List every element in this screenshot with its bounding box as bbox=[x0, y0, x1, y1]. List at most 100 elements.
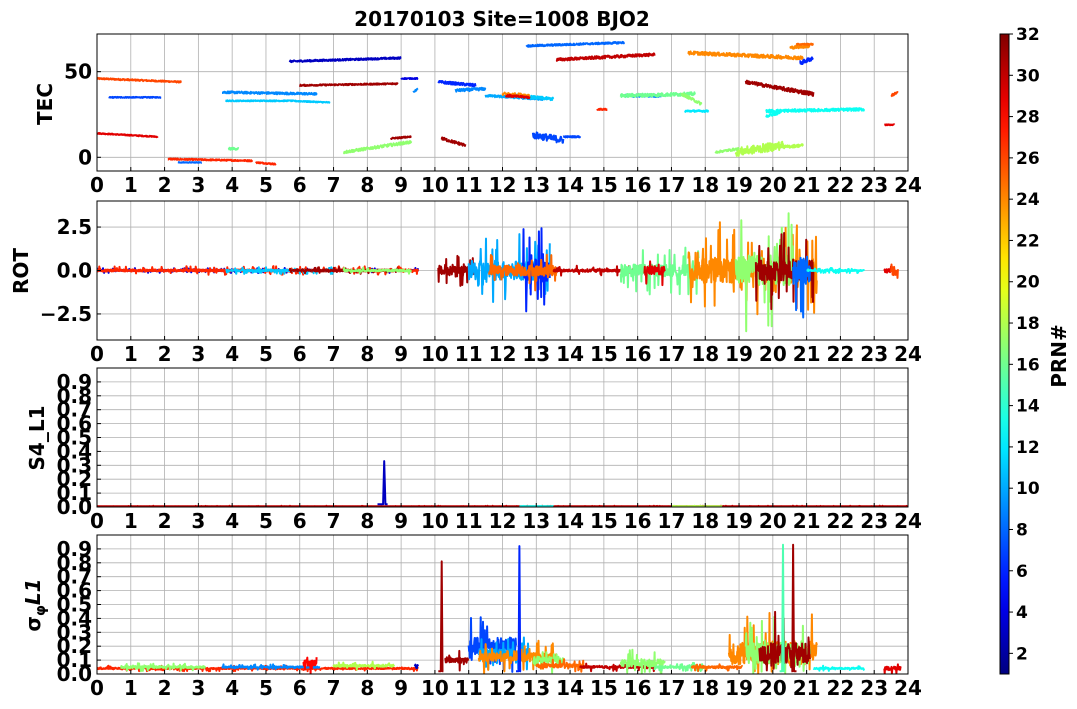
x-tick-label: 20 bbox=[759, 509, 787, 533]
x-tick-label: 2 bbox=[158, 342, 172, 366]
series-line bbox=[765, 107, 866, 114]
colorbar-tick-label: 8 bbox=[1016, 520, 1028, 540]
series-line bbox=[555, 52, 656, 62]
series-line bbox=[438, 560, 444, 673]
x-tick-label: 0 bbox=[90, 342, 104, 366]
x-tick-label: 16 bbox=[624, 173, 652, 197]
x-tick-label: 22 bbox=[826, 173, 854, 197]
sigma-phi-panel: σφL1 0 1 2 3 4 5 6 7 8 9 10 11 12 13 14 15 16 17 18 19 20 21 2… bbox=[21, 534, 922, 700]
y-tick-label: 0 bbox=[78, 145, 92, 169]
x-tick-label: 4 bbox=[225, 676, 239, 700]
x-tick-label: 19 bbox=[725, 173, 753, 197]
series-line bbox=[714, 147, 740, 154]
sigma-phi-ylabel: σφL1 bbox=[21, 578, 49, 631]
series-line bbox=[734, 140, 784, 157]
tec-ylabel: TEC bbox=[33, 83, 57, 125]
x-tick-label: 15 bbox=[590, 342, 618, 366]
x-tick-label: 13 bbox=[522, 342, 550, 366]
series-line bbox=[444, 649, 470, 672]
series-line bbox=[167, 157, 254, 163]
x-tick-label: 15 bbox=[590, 676, 618, 700]
x-tick-label: 4 bbox=[225, 173, 239, 197]
colorbar-tick-label: 10 bbox=[1016, 479, 1040, 499]
series-line bbox=[596, 107, 608, 111]
colorbar-tick-label: 28 bbox=[1016, 108, 1040, 128]
x-tick-label: 0 bbox=[90, 509, 104, 533]
x-tick-label: 16 bbox=[624, 342, 652, 366]
x-tick-label: 17 bbox=[658, 173, 686, 197]
series-line bbox=[562, 135, 582, 139]
x-tick-label: 22 bbox=[826, 509, 854, 533]
x-tick-label: 19 bbox=[725, 676, 753, 700]
series-line bbox=[531, 131, 565, 144]
colorbar-tick-label: 18 bbox=[1016, 314, 1040, 334]
x-tick-label: 2 bbox=[158, 676, 172, 700]
series-line bbox=[437, 80, 477, 88]
x-tick-label: 13 bbox=[522, 173, 550, 197]
y-tick-label: 0.9 bbox=[57, 370, 92, 394]
x-tick-label: 3 bbox=[191, 509, 205, 533]
s4-panel: S4_L1 0 1 2 3 4 5 6 7 8 9 10 11 12 13 14 15 16 17 18 19 20 21… bbox=[25, 367, 922, 533]
x-tick-label: 2 bbox=[158, 509, 172, 533]
x-tick-label: 18 bbox=[691, 676, 719, 700]
x-tick-label: 5 bbox=[259, 676, 273, 700]
x-tick-label: 6 bbox=[293, 676, 307, 700]
x-tick-label: 10 bbox=[421, 342, 449, 366]
series-line bbox=[302, 656, 318, 674]
x-tick-label: 8 bbox=[360, 173, 374, 197]
x-tick-label: 18 bbox=[691, 342, 719, 366]
x-tick-label: 3 bbox=[191, 342, 205, 366]
tec-panel: TEC 0 1 2 3 4 5 6 7 8 9 10 11 12 13 14 15 16 17 18 19 20 21 22… bbox=[33, 33, 922, 197]
prn-colorbar: PRN# 2468101214161820222426283032 bbox=[999, 25, 1071, 675]
colorbar-tick-label: 32 bbox=[1016, 25, 1040, 45]
x-tick-label: 20 bbox=[759, 676, 787, 700]
x-tick-label: 4 bbox=[225, 342, 239, 366]
y-tick-label: 50 bbox=[64, 60, 92, 84]
x-tick-label: 14 bbox=[556, 676, 584, 700]
x-tick-label: 18 bbox=[691, 173, 719, 197]
plot-area bbox=[97, 40, 899, 166]
series-line bbox=[619, 648, 666, 674]
series-line bbox=[108, 95, 162, 99]
y-tick-label: −2.5 bbox=[40, 302, 92, 326]
x-tick-label: 14 bbox=[556, 509, 584, 533]
colorbar-tick-label: 26 bbox=[1016, 149, 1040, 169]
colorbar-tick-label: 22 bbox=[1016, 231, 1040, 251]
colorbar-tick-label: 20 bbox=[1016, 273, 1040, 293]
x-tick-label: 23 bbox=[860, 173, 888, 197]
series-line bbox=[377, 460, 388, 506]
series-line bbox=[883, 265, 893, 274]
series-line bbox=[795, 42, 814, 46]
s4-ylabel: S4_L1 bbox=[25, 406, 49, 471]
series-line bbox=[221, 90, 318, 96]
x-tick-label: 4 bbox=[225, 509, 239, 533]
series-line bbox=[890, 91, 899, 98]
x-tick-label: 7 bbox=[327, 342, 341, 366]
series-line bbox=[670, 504, 723, 507]
x-tick-label: 12 bbox=[489, 676, 517, 700]
x-tick-label: 14 bbox=[556, 173, 584, 197]
x-tick-label: 22 bbox=[826, 342, 854, 366]
colorbar-tick-label: 6 bbox=[1016, 562, 1028, 582]
x-tick-label: 1 bbox=[124, 676, 138, 700]
series-line bbox=[525, 40, 626, 48]
y-tick-label: 2.5 bbox=[57, 215, 92, 239]
x-tick-label: 23 bbox=[860, 342, 888, 366]
x-tick-label: 24 bbox=[894, 173, 922, 197]
x-tick-label: 12 bbox=[489, 509, 517, 533]
series-line bbox=[883, 123, 896, 127]
x-tick-label: 10 bbox=[421, 173, 449, 197]
x-tick-label: 21 bbox=[793, 676, 821, 700]
x-tick-label: 8 bbox=[360, 342, 374, 366]
x-tick-label: 17 bbox=[658, 676, 686, 700]
x-tick-label: 18 bbox=[691, 509, 719, 533]
x-tick-label: 15 bbox=[590, 509, 618, 533]
series-line bbox=[413, 663, 419, 670]
x-tick-label: 1 bbox=[124, 342, 138, 366]
x-tick-label: 13 bbox=[522, 509, 550, 533]
series-line bbox=[227, 146, 240, 151]
x-tick-label: 21 bbox=[793, 342, 821, 366]
series-line bbox=[454, 86, 487, 93]
series-line bbox=[97, 132, 159, 139]
x-tick-label: 24 bbox=[894, 509, 922, 533]
